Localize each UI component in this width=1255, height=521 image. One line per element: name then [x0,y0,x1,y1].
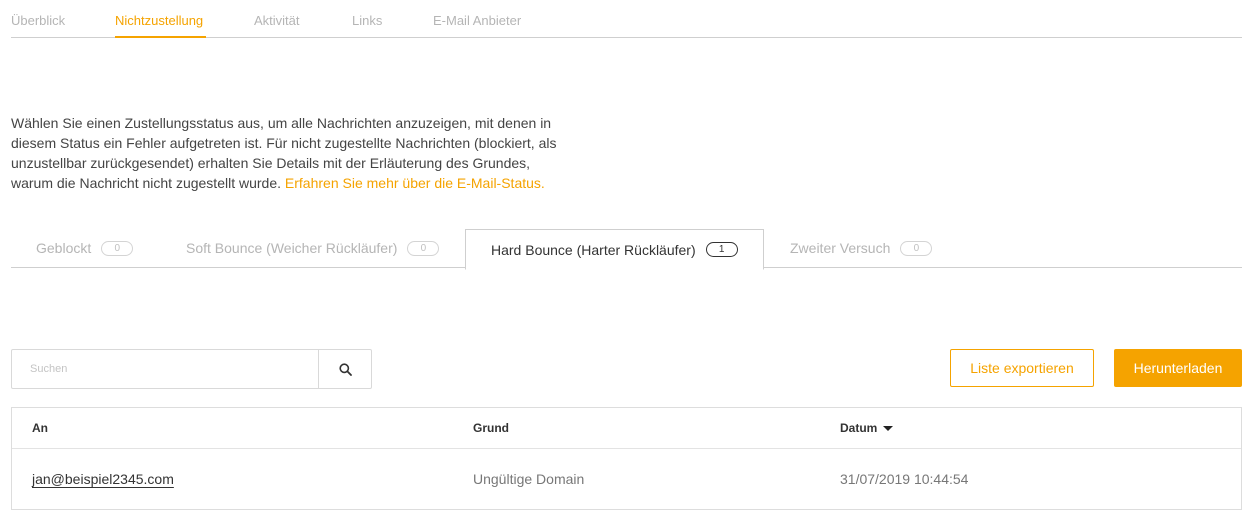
search-button[interactable] [318,350,371,388]
column-header-datum[interactable]: Datum [840,421,894,435]
search-icon [338,362,352,376]
search-box [11,349,372,389]
bounce-table: An Grund Datum jan@beispiel2345.com Ungü… [11,407,1242,510]
status-tab-soft-bounce[interactable]: Soft Bounce (Weicher Rückläufer) 0 [186,228,440,268]
tab-nichtzustellung[interactable]: Nichtzustellung [115,13,203,28]
status-tab-count-badge: 1 [705,242,738,257]
table-row: jan@beispiel2345.com Ungültige Domain 31… [12,449,1241,510]
learn-more-link[interactable]: Erfahren Sie mehr über die E-Mail-Status… [285,175,545,191]
tab-aktivitaet[interactable]: Aktivität [254,13,300,28]
active-tab-indicator [115,36,206,38]
top-navigation: Überblick Nichtzustellung Aktivität Link… [11,0,1242,38]
status-tab-zweiter-versuch[interactable]: Zweiter Versuch 0 [790,228,933,268]
status-tab-count-badge: 0 [407,240,440,256]
bounce-reason: Ungültige Domain [473,471,585,487]
column-header-grund: Grund [473,421,509,435]
status-tab-label: Zweiter Versuch [790,240,891,256]
search-input[interactable] [12,350,318,388]
download-button[interactable]: Herunterladen [1114,349,1242,387]
export-list-button[interactable]: Liste exportieren [950,349,1094,387]
status-tabs: Geblockt 0 Soft Bounce (Weicher Rückläuf… [11,228,1242,270]
status-tab-count-badge: 0 [101,240,134,256]
tab-links[interactable]: Links [352,13,382,28]
table-header: An Grund Datum [12,408,1241,449]
status-tab-label: Geblockt [36,240,92,256]
bounce-date: 31/07/2019 10:44:54 [840,471,969,487]
status-tab-geblockt[interactable]: Geblockt 0 [36,228,134,268]
description-text: Wählen Sie einen Zustellungsstatus aus, … [11,113,571,193]
sort-descending-icon[interactable] [883,425,894,431]
status-tab-count-badge: 0 [900,240,933,256]
tab-ueberblick[interactable]: Überblick [11,13,65,28]
status-tab-hard-bounce[interactable]: Hard Bounce (Harter Rückläufer) 1 [465,229,764,270]
recipient-email-link[interactable]: jan@beispiel2345.com [32,471,174,487]
status-tab-label: Soft Bounce (Weicher Rückläufer) [186,240,398,256]
tab-email-anbieter[interactable]: E-Mail Anbieter [433,13,521,28]
status-tab-label: Hard Bounce (Harter Rückläufer) [491,241,696,258]
column-header-an: An [32,421,48,435]
